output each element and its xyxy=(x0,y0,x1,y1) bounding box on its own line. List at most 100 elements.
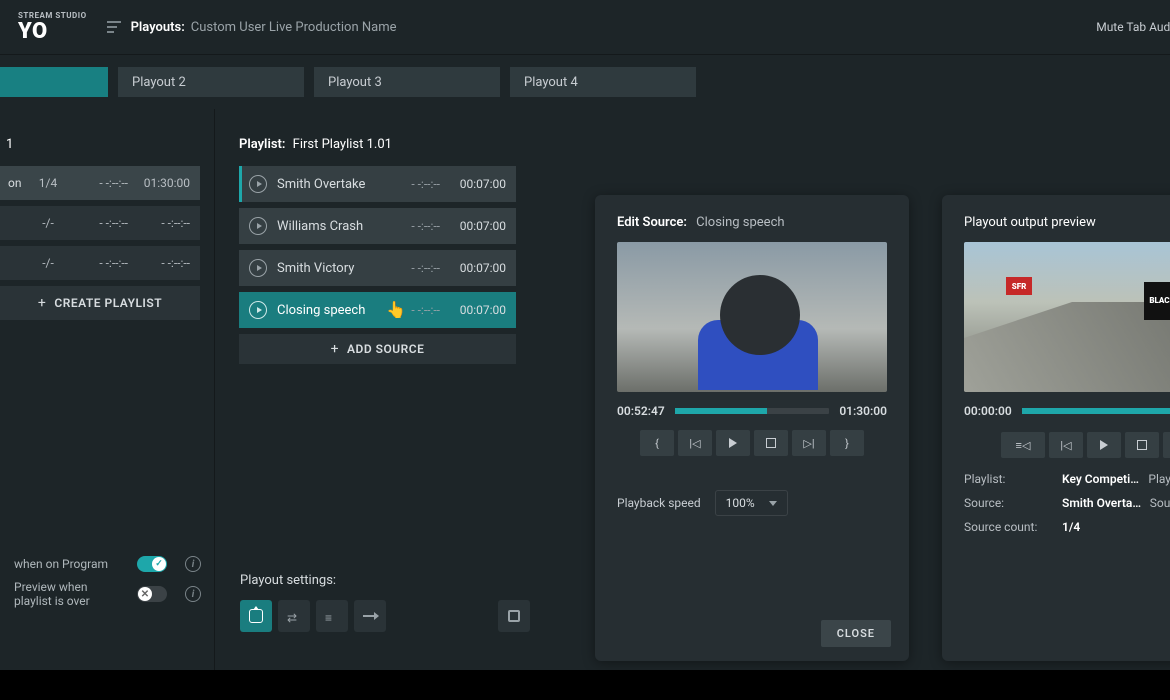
plus-icon: + xyxy=(331,341,339,357)
preview-over-toggle[interactable] xyxy=(137,586,167,602)
playback-speed-label: Playback speed xyxy=(617,496,701,510)
output-count-row: Source count: 1/4 xyxy=(964,520,1170,534)
edit-source-thumbnail[interactable] xyxy=(617,242,887,392)
source-row[interactable]: Smith Victory - -:--:-- 00:07:00 xyxy=(239,250,516,286)
edit-progress-fill xyxy=(675,408,768,414)
stop-button[interactable] xyxy=(754,430,788,456)
skip-forward-button[interactable]: ▷| xyxy=(792,430,826,456)
play-button[interactable] xyxy=(1087,432,1121,458)
source-name: Smith Victory xyxy=(277,261,378,276)
stop-button[interactable] xyxy=(1125,432,1159,458)
app-logo: STREAM STUDIO YO xyxy=(18,12,87,42)
output-transport-controls: ≡◁ |◁ ▷| xyxy=(964,432,1170,458)
playlist-start: - -:--:-- xyxy=(74,256,128,270)
source-row[interactable]: Williams Crash - -:--:-- 00:07:00 xyxy=(239,208,516,244)
playlist-start: - -:--:-- xyxy=(74,176,128,190)
source-time: - -:--:-- xyxy=(388,177,440,191)
stop-button[interactable] xyxy=(498,600,530,632)
mute-tab-audio-label: Mute Tab Audio xyxy=(1096,20,1170,34)
playlist-options: when on Program i Preview when playlist … xyxy=(0,546,215,626)
output-progress-bar[interactable] xyxy=(1022,408,1170,414)
source-name: Smith Overtake xyxy=(277,177,378,192)
source-name: Closing speech xyxy=(277,303,378,318)
mark-in-button[interactable]: { xyxy=(640,430,674,456)
loop-button[interactable] xyxy=(240,600,272,632)
output-playlist-row: Playlist: Key Competition... Playlist ti… xyxy=(964,472,1170,486)
tab-playout-2[interactable]: Playout 2 xyxy=(118,67,304,97)
tab-playout-4[interactable]: Playout 4 xyxy=(510,67,696,97)
queue-icon: ≡ xyxy=(325,611,339,621)
playlist-duration: - -:--:-- xyxy=(136,216,190,230)
edit-progress-bar[interactable] xyxy=(675,408,830,414)
when-on-program-toggle[interactable] xyxy=(137,556,167,572)
output-preview-panel: Playout output preview SFR BLACK+ DECKER… xyxy=(942,195,1170,661)
edit-scrubber: 00:52:47 01:30:00 xyxy=(617,404,887,418)
chevron-down-icon xyxy=(769,501,777,506)
source-row-selected[interactable]: Closing speech - -:--:-- 00:07:00 xyxy=(239,292,516,328)
source-row[interactable]: Smith Overtake - -:--:-- 00:07:00 xyxy=(239,166,516,202)
add-source-label: ADD SOURCE xyxy=(347,342,424,356)
edit-transport-controls: { |◁ ▷| } xyxy=(617,430,887,456)
shuffle-icon: ⇄ xyxy=(287,611,301,621)
output-preview-title: Playout output preview xyxy=(964,215,1170,230)
edit-current-time: 00:52:47 xyxy=(617,404,665,418)
skip-forward-button[interactable]: ▷| xyxy=(1163,432,1170,458)
info-icon[interactable]: i xyxy=(185,556,201,572)
option-when-on-program: when on Program i xyxy=(14,556,201,572)
info-icon[interactable]: i xyxy=(185,586,201,602)
arrow-out-icon xyxy=(363,615,377,617)
app-window: STREAM STUDIO YO Playouts: Custom User L… xyxy=(0,0,1170,670)
playlist-row[interactable]: -/- - -:--:-- - -:--:-- xyxy=(0,206,200,240)
output-progress-fill xyxy=(1022,408,1170,414)
tab-playout-3[interactable]: Playout 3 xyxy=(314,67,500,97)
loop-icon xyxy=(249,609,263,623)
playlist-row[interactable]: on Moments 1/4 - -:--:-- 01:30:00 xyxy=(0,166,200,200)
brand-big: YO xyxy=(18,22,87,42)
edit-source-panel: Edit Source: Closing speech 00:52:47 01:… xyxy=(595,195,909,661)
playlist-duration: - -:--:-- xyxy=(136,256,190,270)
play-icon xyxy=(249,259,267,277)
stop-icon xyxy=(508,610,520,622)
source-time: - -:--:-- xyxy=(388,219,440,233)
queue-button[interactable]: ≡ xyxy=(316,600,348,632)
playouts-label: Playouts: xyxy=(131,20,185,35)
playlist-title: Playlist: First Playlist 1.01 xyxy=(239,137,516,152)
thumbnail-sign-bd: BLACK+ DECKER xyxy=(1144,282,1170,320)
source-duration: 00:07:00 xyxy=(450,261,506,275)
playback-speed-select[interactable]: 100% xyxy=(715,490,788,516)
skip-back-button[interactable]: |◁ xyxy=(1049,432,1083,458)
edit-total-time: 01:30:00 xyxy=(839,404,887,418)
send-out-button[interactable] xyxy=(354,600,386,632)
production-name: Custom User Live Production Name xyxy=(191,20,397,35)
create-playlist-label: CREATE PLAYLIST xyxy=(54,296,162,310)
add-source-button[interactable]: + ADD SOURCE xyxy=(239,334,516,364)
playouts-menu-icon[interactable] xyxy=(107,21,121,33)
playout-settings-title: Playout settings: xyxy=(240,573,530,588)
source-name: Williams Crash xyxy=(277,219,378,234)
playback-speed-row: Playback speed 100% xyxy=(617,490,887,516)
output-source-row: Source: Smith Overtake Source time left xyxy=(964,496,1170,510)
output-scrubber: 00:00:00 xyxy=(964,404,1170,418)
playlist-row[interactable]: -/- - -:--:-- - -:--:-- xyxy=(0,246,200,280)
create-playlist-button[interactable]: + CREATE PLAYLIST xyxy=(0,286,200,320)
playlist-name: on Moments xyxy=(8,176,22,190)
playlist-count: -/- xyxy=(30,216,66,230)
output-current-time: 00:00:00 xyxy=(964,404,1012,418)
skip-back-button[interactable]: |◁ xyxy=(678,430,712,456)
output-thumbnail[interactable]: SFR BLACK+ DECKER xyxy=(964,242,1170,392)
plus-icon: + xyxy=(38,295,46,311)
shuffle-button[interactable]: ⇄ xyxy=(278,600,310,632)
playlists-header: 1 xyxy=(0,137,200,166)
close-button[interactable]: CLOSE xyxy=(821,620,891,647)
play-button[interactable] xyxy=(716,430,750,456)
topbar: STREAM STUDIO YO Playouts: Custom User L… xyxy=(0,0,1170,55)
playlist-count: 1/4 xyxy=(30,176,66,190)
list-play-button[interactable]: ≡◁ xyxy=(1001,432,1045,458)
mark-out-button[interactable]: } xyxy=(830,430,864,456)
thumbnail-sign-sfr: SFR xyxy=(1006,277,1032,295)
source-time: - -:--:-- xyxy=(388,261,440,275)
source-duration: 00:07:00 xyxy=(450,219,506,233)
playlist-duration: 01:30:00 xyxy=(136,176,190,190)
option-preview-over: Preview when playlist is over i xyxy=(14,580,201,608)
tab-playout-1[interactable] xyxy=(0,67,108,97)
